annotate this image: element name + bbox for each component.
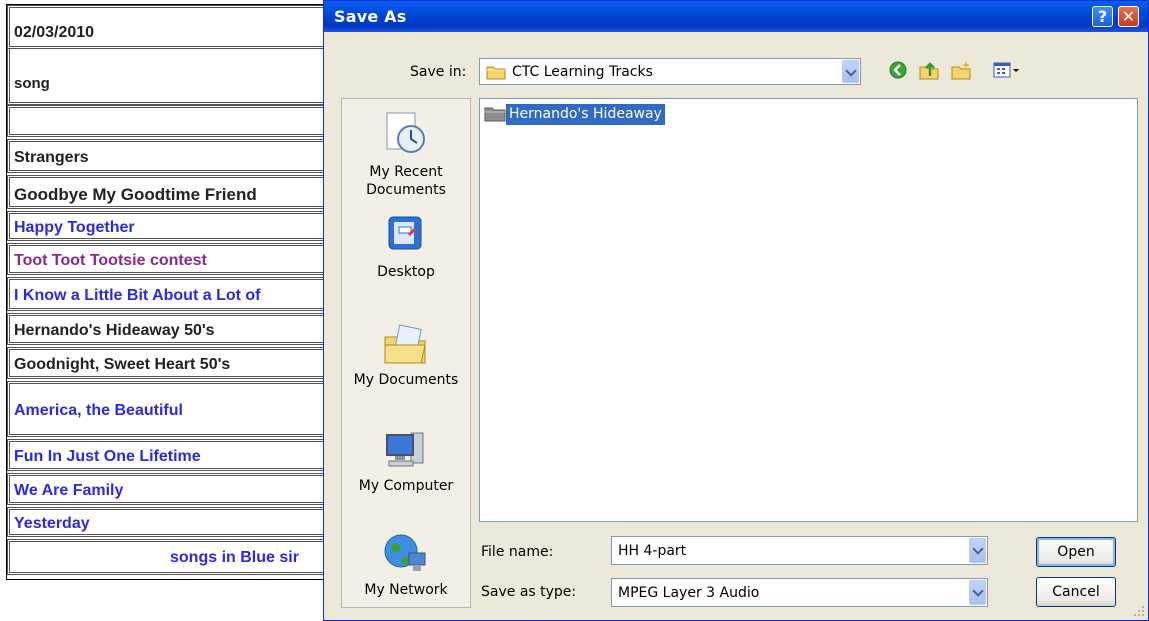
table-row: Goodbye My Goodtime Friend — [7, 175, 337, 209]
help-button[interactable]: ? — [1092, 6, 1113, 27]
cancel-button[interactable]: Cancel — [1036, 577, 1116, 607]
place-my-computer[interactable]: My Computer — [342, 427, 470, 507]
dialog-title: Save As — [334, 7, 407, 26]
table-row: Yesterday — [7, 507, 337, 537]
close-button[interactable]: ✕ — [1118, 6, 1139, 27]
table-cell: 02/03/2010 — [14, 24, 95, 41]
desktop-icon — [388, 216, 422, 250]
file-name-input[interactable]: HH 4-part — [611, 536, 988, 565]
table-row: 02/03/2010 — [7, 5, 337, 49]
save-as-type-value: MPEG Layer 3 Audio — [618, 585, 760, 601]
places-bar: My Recent Documents Desktop My Documents — [341, 98, 471, 608]
chevron-down-icon[interactable] — [842, 60, 859, 83]
place-label: My Computer — [358, 478, 454, 494]
views-menu-icon[interactable] — [992, 59, 1022, 81]
table-row: Happy Together — [7, 211, 337, 241]
file-name: Hernando's Hideaway — [506, 104, 665, 125]
table-cell: Goodnight, Sweet Heart 50's — [14, 356, 231, 373]
save-as-type-label: Save as type: — [481, 584, 577, 600]
resize-grip-icon[interactable] — [1133, 605, 1145, 617]
table-cell: Hernando's Hideaway 50's — [14, 322, 215, 339]
table-row: Goodnight, Sweet Heart 50's — [7, 347, 337, 379]
table-row: Fun In Just One Lifetime — [7, 439, 337, 471]
table-cell: We Are Family — [14, 482, 124, 499]
table-cell: Happy Together — [14, 219, 135, 236]
table-cell: I Know a Little Bit About a Lot of — [14, 287, 261, 304]
save-in-label: Save in: — [410, 64, 467, 80]
place-label: My Documents — [353, 372, 459, 388]
table-cell: America, the Beautiful — [14, 402, 183, 419]
folder-icon — [484, 107, 506, 122]
table-row: I Know a Little Bit About a Lot of — [7, 277, 337, 311]
recent-documents-icon — [386, 112, 425, 153]
table-row: We Are Family — [7, 473, 337, 505]
save-as-type-dropdown[interactable]: MPEG Layer 3 Audio — [611, 578, 988, 607]
chevron-down-icon[interactable] — [969, 580, 986, 605]
my-documents-icon — [384, 324, 426, 364]
table-row: Hernando's Hideaway 50's — [7, 313, 337, 345]
table-cell: Toot Toot Tootsie contest — [14, 252, 207, 269]
table-cell: Fun In Just One Lifetime — [14, 448, 201, 465]
table-cell: Strangers — [14, 149, 89, 166]
save-in-value: CTC Learning Tracks — [512, 64, 653, 80]
song-table: 02/03/2010 song Strangers Goodbye My Goo… — [6, 4, 338, 580]
table-row — [7, 105, 337, 137]
table-cell: Yesterday — [14, 515, 90, 532]
table-row: Toot Toot Tootsie contest — [7, 243, 337, 275]
folder-icon — [486, 66, 506, 80]
my-network-icon — [384, 534, 426, 571]
save-as-dialog: Save As ? ✕ Save in: CTC Learning Tracks — [323, 0, 1149, 621]
save-in-dropdown[interactable]: CTC Learning Tracks — [479, 58, 861, 85]
chevron-down-icon[interactable] — [969, 538, 986, 563]
table-cell: Goodbye My Goodtime Friend — [14, 185, 257, 204]
new-folder-icon[interactable] — [950, 59, 972, 81]
back-icon[interactable] — [887, 59, 909, 81]
open-button[interactable]: Open — [1036, 537, 1116, 567]
place-label: Desktop — [377, 264, 435, 280]
table-row: Strangers — [7, 139, 337, 173]
file-name-label: File name: — [481, 544, 554, 560]
table-cell: songs in Blue sir — [170, 549, 299, 566]
table-row: America, the Beautiful — [7, 381, 337, 437]
place-label: My Recent Documents — [366, 164, 446, 198]
table-row: song — [7, 49, 337, 105]
place-desktop[interactable]: Desktop — [342, 213, 470, 293]
place-recent-documents[interactable]: My Recent Documents — [342, 105, 470, 205]
table-cell: song — [14, 75, 50, 92]
place-my-documents[interactable]: My Documents — [342, 321, 470, 401]
title-bar[interactable]: Save As ? ✕ — [324, 1, 1148, 32]
table-row: songs in Blue sir — [7, 539, 337, 575]
up-folder-icon[interactable] — [918, 59, 940, 81]
file-list[interactable]: Hernando's Hideaway — [479, 98, 1138, 522]
file-name-value: HH 4-part — [618, 543, 687, 559]
place-label: My Network — [364, 582, 448, 598]
my-computer-icon — [386, 432, 424, 467]
place-my-network[interactable]: My Network — [342, 529, 470, 609]
